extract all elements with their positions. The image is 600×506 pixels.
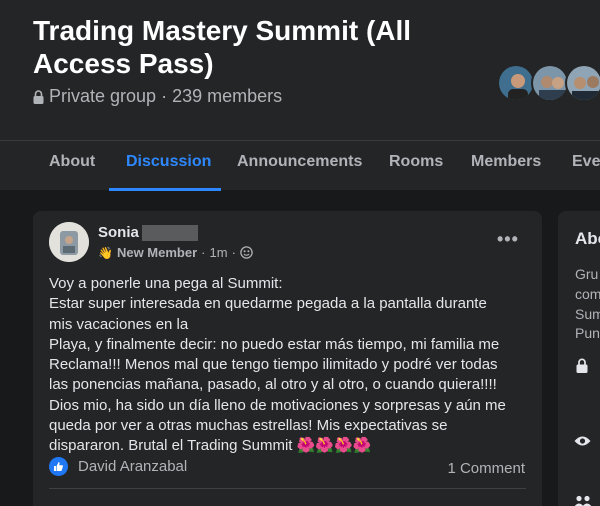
eye-icon xyxy=(574,436,591,446)
post-author[interactable]: Sonia xyxy=(98,224,198,241)
tab-members[interactable]: Members xyxy=(471,153,541,171)
group-tabs: About Discussion Announcements Rooms Mem… xyxy=(0,140,600,191)
flower-emojis: 🌺🌺🌺🌺 xyxy=(296,437,372,455)
tab-discussion[interactable]: Discussion xyxy=(126,153,211,171)
post-meta: 👋 New Member · 1m · xyxy=(98,245,253,260)
active-tab-indicator xyxy=(109,188,221,191)
author-avatar[interactable] xyxy=(49,222,89,262)
tab-events[interactable]: Events xyxy=(572,153,600,171)
post-card: Sonia 👋 New Member · 1m · ••• Voy a pone… xyxy=(33,211,542,506)
about-text-line: Gru xyxy=(575,266,599,282)
post-line: Playa, y finalmente decir: no puedo esta… xyxy=(49,335,500,353)
lock-icon xyxy=(33,89,44,104)
comment-count[interactable]: 1 Comment xyxy=(447,460,525,477)
member-count[interactable]: 239 members xyxy=(172,86,282,107)
divider xyxy=(49,488,526,489)
privacy-label[interactable]: Private group xyxy=(49,86,156,107)
member-avatar[interactable] xyxy=(565,64,600,102)
wave-icon: 👋 xyxy=(98,245,113,260)
meta-separator: · xyxy=(201,245,206,260)
tab-rooms[interactable]: Rooms xyxy=(389,153,443,171)
lock-icon xyxy=(576,358,588,373)
author-name[interactable]: Sonia xyxy=(98,224,139,241)
meta-separator: · xyxy=(231,245,236,260)
post-line-last: dispararon. Brutal el Trading Summit 🌺🌺🌺… xyxy=(49,436,529,456)
people-icon xyxy=(574,495,592,506)
reactor-name[interactable]: David Aranzabal xyxy=(78,458,187,475)
member-avatars[interactable] xyxy=(497,64,600,104)
redacted-surname xyxy=(141,224,198,241)
more-options-button[interactable]: ••• xyxy=(497,229,519,250)
post-text: Voy a ponerle una pega al Summit: Estar … xyxy=(49,274,529,457)
tab-announcements[interactable]: Announcements xyxy=(237,153,362,171)
member-badge[interactable]: New Member xyxy=(117,245,197,260)
post-line: Estar super interesada en quedarme pegad… xyxy=(49,295,487,313)
post-time[interactable]: 1m xyxy=(210,245,228,260)
group-header: Trading Mastery Summit (All Access Pass)… xyxy=(0,0,600,191)
post-line: mis vacaciones en la xyxy=(49,315,189,333)
post-line: las ponencias mañana, pasado, al otro y … xyxy=(49,376,497,394)
like-icon xyxy=(49,457,68,476)
member-avatar[interactable] xyxy=(531,64,569,102)
meta-separator: · xyxy=(161,86,168,106)
group-meta: Private group · 239 members xyxy=(33,86,282,107)
tab-about[interactable]: About xyxy=(49,153,95,171)
member-avatar[interactable] xyxy=(497,64,535,102)
post-line: dispararon. Brutal el Trading Summit xyxy=(49,437,293,455)
post-line: Reclama!!! Menos mal que tengo tiempo il… xyxy=(49,356,498,374)
group-audience-icon xyxy=(240,246,253,259)
about-text-line: Pun xyxy=(575,325,600,341)
about-title: About xyxy=(575,229,600,248)
post-line: queda por ver a otras muchas estrellas! … xyxy=(49,417,448,435)
about-card: About Gru com Sum Pun xyxy=(558,211,600,506)
about-text-line: Sum xyxy=(575,306,600,322)
group-title: Trading Mastery Summit (All Access Pass) xyxy=(33,15,412,79)
post-line: Dios mio, ha sido un día lleno de motiva… xyxy=(49,396,506,414)
about-text-line: com xyxy=(575,286,600,302)
post-line: Voy a ponerle una pega al Summit: xyxy=(49,275,283,292)
reaction-summary[interactable]: David Aranzabal xyxy=(49,457,187,476)
